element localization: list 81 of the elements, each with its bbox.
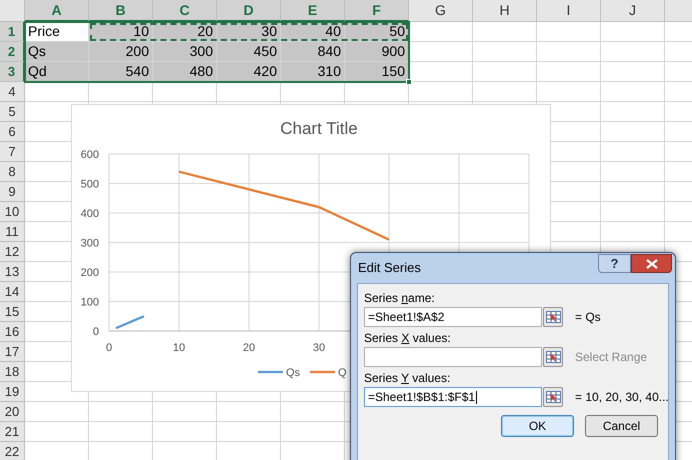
row-header[interactable]: 12 <box>0 242 25 262</box>
axis-tick-label: 600 <box>80 149 99 161</box>
range-select-button[interactable] <box>543 307 563 327</box>
row-header[interactable]: 4 <box>0 82 25 102</box>
row-header[interactable]: 20 <box>0 402 25 422</box>
cell[interactable]: 300 <box>153 42 217 62</box>
row-header[interactable]: 22 <box>0 442 25 460</box>
fill-handle[interactable] <box>406 79 412 85</box>
table-arrow-icon <box>546 311 560 323</box>
cell[interactable]: Qs <box>25 42 89 62</box>
dialog-button[interactable]: OK <box>501 415 574 437</box>
cell[interactable]: 420 <box>217 62 281 82</box>
dialog-title: Edit Series <box>358 259 421 278</box>
column-header[interactable]: H <box>473 0 537 22</box>
row-header[interactable]: 13 <box>0 262 25 282</box>
column-header[interactable]: A <box>25 0 89 22</box>
axis-tick-label: 100 <box>80 296 99 308</box>
row-header[interactable]: 18 <box>0 362 25 382</box>
input-field[interactable]: =Sheet1!$A$2 <box>364 307 542 327</box>
cell[interactable]: 900 <box>345 42 409 62</box>
row-header[interactable]: 17 <box>0 342 25 362</box>
row-header[interactable]: 14 <box>0 282 25 302</box>
legend-label: Qs <box>286 367 300 379</box>
row-header[interactable]: 9 <box>0 182 25 202</box>
axis-tick-label: 0 <box>106 342 112 354</box>
table-arrow-icon <box>546 391 560 403</box>
column-header[interactable]: C <box>153 0 217 22</box>
input-field[interactable] <box>364 347 542 367</box>
column-header[interactable]: I <box>537 0 601 22</box>
row-header[interactable]: 3 <box>0 62 25 82</box>
axis-tick-label: 400 <box>80 208 99 220</box>
field-label: Series name: <box>364 290 435 306</box>
row-header[interactable]: 6 <box>0 122 25 142</box>
axis-tick-label: 300 <box>80 238 99 250</box>
input-field[interactable]: =Sheet1!$B$1:$F$1 <box>364 387 542 407</box>
axis-tick-label: 20 <box>242 342 256 354</box>
axis-tick-label: 10 <box>172 342 186 354</box>
result-text: = 10, 20, 30, 40... <box>575 389 669 406</box>
range-select-button[interactable] <box>543 347 563 367</box>
axis-tick-label: 200 <box>80 267 99 279</box>
row-header[interactable]: 19 <box>0 382 25 402</box>
cell[interactable]: 540 <box>89 62 153 82</box>
row-header[interactable]: 10 <box>0 202 25 222</box>
cell[interactable]: 200 <box>89 42 153 62</box>
table-arrow-icon <box>546 351 560 363</box>
close-button[interactable] <box>631 254 672 273</box>
field-label: Series Y values: <box>364 370 450 386</box>
row-header[interactable]: 7 <box>0 142 25 162</box>
axis-tick-label: 30 <box>312 342 326 354</box>
legend-label: Q <box>338 367 347 379</box>
field-label: Series X values: <box>364 330 451 346</box>
axis-tick-label: 0 <box>92 326 99 338</box>
result-text: = Qs <box>575 309 601 326</box>
dialog-button[interactable]: Cancel <box>585 415 658 437</box>
column-header[interactable]: F <box>345 0 409 22</box>
column-header[interactable]: B <box>89 0 153 22</box>
column-header[interactable]: E <box>281 0 345 22</box>
cell[interactable]: 150 <box>345 62 409 82</box>
column-header[interactable]: D <box>217 0 281 22</box>
column-header[interactable]: J <box>601 0 665 22</box>
result-text: Select Range <box>575 349 648 366</box>
close-icon <box>646 258 658 268</box>
cell[interactable]: 310 <box>281 62 345 82</box>
row-header[interactable]: 16 <box>0 322 25 342</box>
row-header[interactable]: 11 <box>0 222 25 242</box>
cell[interactable]: Qd <box>25 62 89 82</box>
chart-title: Chart Title <box>280 119 358 138</box>
row-header[interactable]: 2 <box>0 42 25 62</box>
range-select-button[interactable] <box>543 387 563 407</box>
cell[interactable]: 840 <box>281 42 345 62</box>
column-header[interactable]: G <box>409 0 473 22</box>
row-header[interactable]: 5 <box>0 102 25 122</box>
text-caret <box>476 390 478 404</box>
row-header[interactable]: 1 <box>0 22 25 42</box>
row-header[interactable]: 8 <box>0 162 25 182</box>
row-header[interactable]: 15 <box>0 302 25 322</box>
row-header[interactable]: 21 <box>0 422 25 442</box>
cell[interactable]: 450 <box>217 42 281 62</box>
axis-tick-label: 500 <box>80 178 99 190</box>
help-button[interactable]: ? <box>598 254 631 273</box>
cell[interactable]: 480 <box>153 62 217 82</box>
